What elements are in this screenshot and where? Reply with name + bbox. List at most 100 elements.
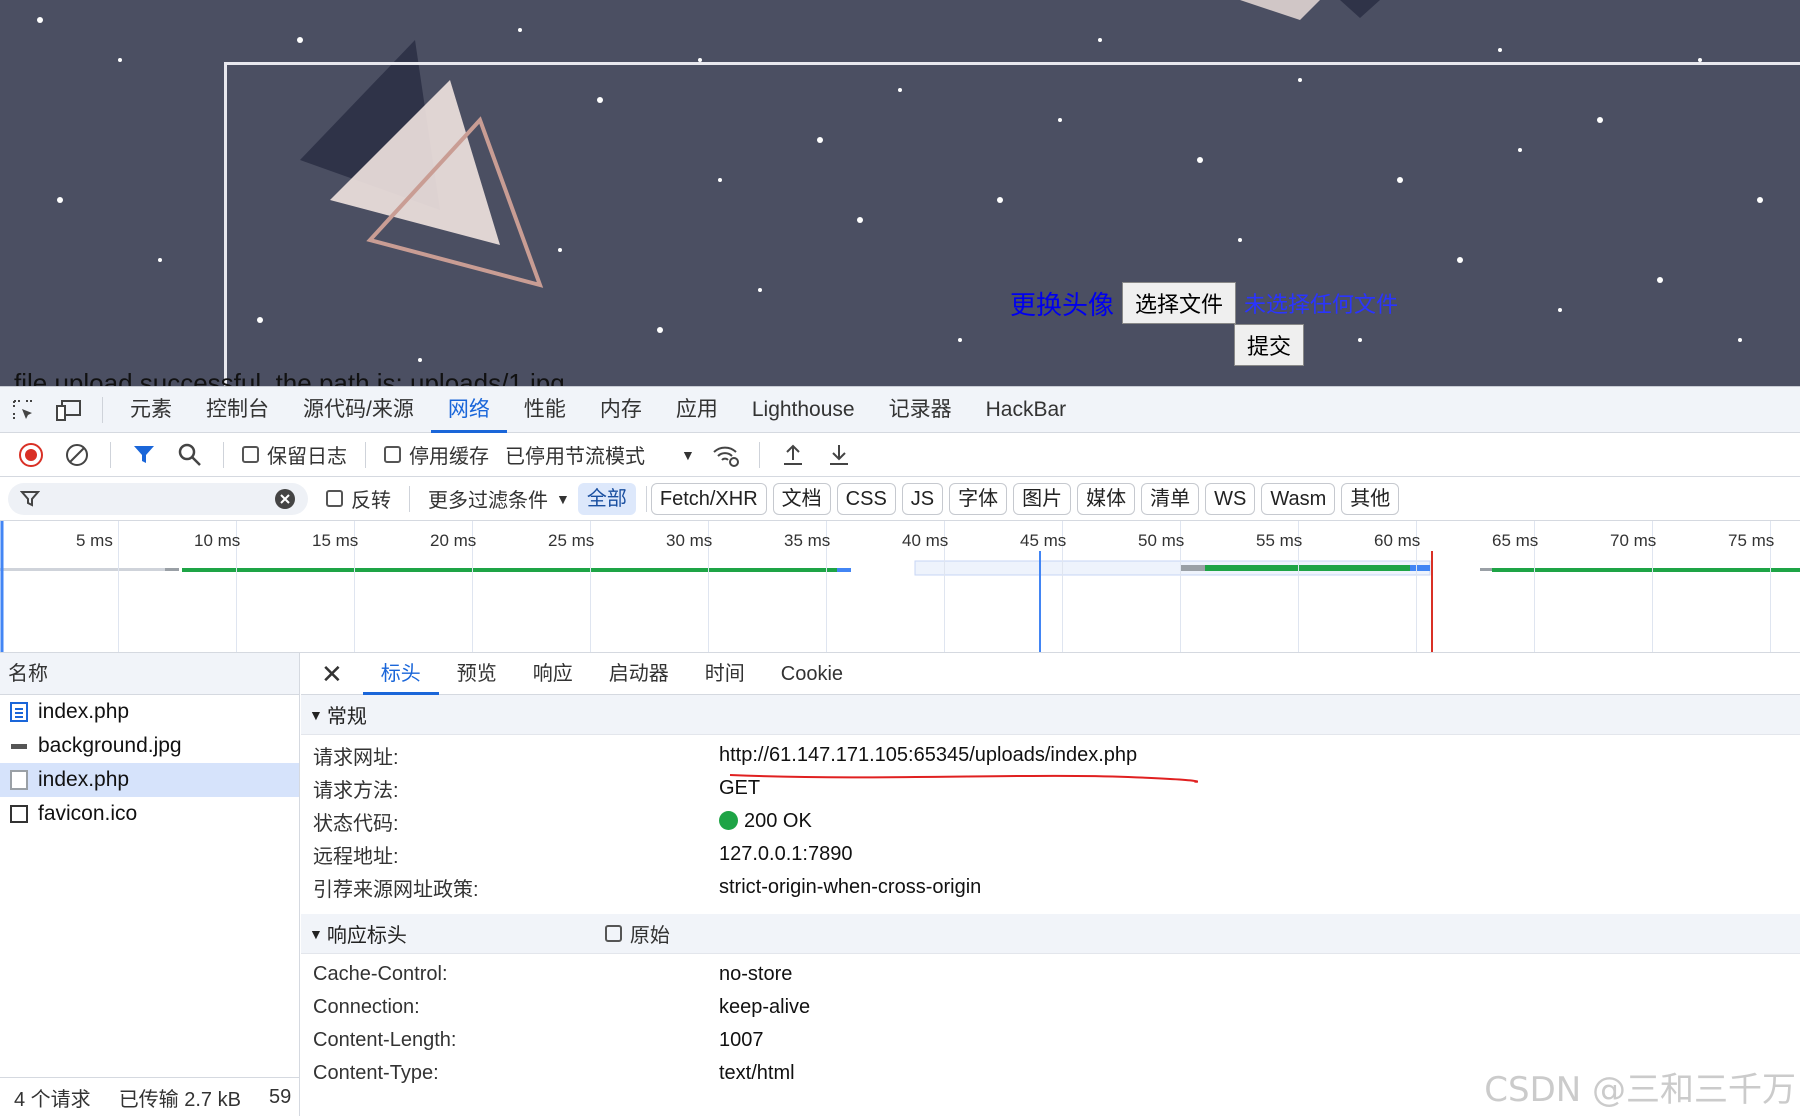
status-text: 200 OK [744,810,812,832]
tab-preview[interactable]: 预览 [439,653,515,695]
throttling-label: 已停用节流模式 [505,446,645,468]
submit-button[interactable]: 提交 [1234,324,1305,366]
export-har-icon[interactable] [816,432,862,478]
network-timeline-overview[interactable]: 5 ms 10 ms 15 ms 20 ms 25 ms 30 ms 35 ms 40 ms 4… [0,521,1800,653]
clear-icon[interactable] [54,432,100,478]
filter-type-ws[interactable]: WS [1205,482,1256,515]
tab-timing[interactable]: 时间 [687,653,763,695]
upload-result-message: file upload successful, the path is: upl… [14,368,565,386]
tab-sources[interactable]: 源代码/来源 [286,387,431,433]
tab-application[interactable]: 应用 [659,387,735,433]
header-row: Content-Length: 1007 [301,1024,1800,1057]
request-name: background.jpg [38,734,182,757]
response-headers-section-header[interactable]: ▼ 响应标头 原始 [301,914,1800,954]
resources-size: 59 [268,1086,292,1108]
raw-checkbox[interactable]: 原始 [597,919,678,948]
no-file-text: 未选择任何文件 [1244,292,1399,317]
filter-type-media[interactable]: 媒体 [1077,482,1136,515]
header-key: 请求网址: [313,747,399,769]
timeline-tick-label: 45 ms [1020,531,1067,550]
tab-elements[interactable]: 元素 [113,387,189,433]
import-har-icon[interactable] [770,432,816,478]
network-status-bar: 4 个请求 已传输 2.7 kB 59 [0,1077,300,1116]
name-column-header[interactable]: 名称 [0,653,299,695]
header-key: Content-Type: [313,1062,439,1084]
filter-type-all[interactable]: 全部 [577,482,636,515]
tab-hackbar[interactable]: HackBar [969,387,1084,433]
checkbox-box[interactable] [326,490,343,507]
timeline-tick-label: 35 ms [784,531,831,550]
timeline-tick-label: 75 ms [1728,531,1775,550]
red-underline-annotation [729,774,1198,783]
tab-performance[interactable]: 性能 [507,387,583,433]
stop-recording-icon[interactable] [8,432,54,478]
filter-type-fetch-xhr[interactable]: Fetch/XHR [650,482,767,515]
filter-type-js[interactable]: JS [901,482,944,515]
timeline-tick-label: 30 ms [666,531,713,550]
timeline-tick-label: 5 ms [76,531,113,550]
filter-type-css[interactable]: CSS [836,482,896,515]
filter-type-wasm[interactable]: Wasm [1261,482,1336,515]
tab-response[interactable]: 响应 [515,653,591,695]
filter-type-manifest[interactable]: 清单 [1141,482,1200,515]
tab-lighthouse[interactable]: Lighthouse [735,387,872,433]
request-list: 名称 index.php background.jpg index.php fa… [0,653,300,1116]
filter-type-img[interactable]: 图片 [1013,482,1072,515]
filter-type-other[interactable]: 其他 [1341,482,1400,515]
filter-input[interactable] [8,482,308,515]
throttling-select[interactable]: 已停用节流模式 ▼ [497,440,703,469]
choose-file-button[interactable]: 选择文件 [1122,282,1237,324]
general-section-header[interactable]: ▼ 常规 [301,695,1800,735]
raw-label: 原始 [629,925,670,947]
header-value: text/html [719,1062,795,1084]
invert-checkbox[interactable]: 反转 [318,484,399,513]
request-name: favicon.ico [38,802,138,825]
request-url-value: http://61.147.171.105:65345/uploads/inde… [719,744,1138,766]
checkbox-box[interactable] [604,925,622,942]
close-icon[interactable]: ✕ [301,653,363,695]
avatar-upload-form: 更换头像 选择文件 未选择任何文件 [1010,282,1398,324]
timeline-tick-label: 55 ms [1256,531,1303,550]
detail-tabbar: ✕ 标头 预览 响应 启动器 时间 Cookie [301,653,1800,695]
timeline-gridline [118,521,119,652]
checkbox-box[interactable] [384,446,401,463]
filter-funnel-icon [20,490,40,507]
timeline-tick-label: 20 ms [430,531,477,550]
inspect-element-icon[interactable] [0,387,46,433]
preserve-log-checkbox[interactable]: 保留日志 [234,440,355,469]
clear-filter-icon[interactable] [274,488,296,510]
header-row: Cache-Control: no-store [301,958,1800,991]
request-row-selected[interactable]: index.php [0,763,299,797]
request-row[interactable]: favicon.ico [0,797,299,831]
header-key: 状态代码: [313,813,399,835]
content-frame [224,62,1800,386]
network-conditions-icon[interactable] [703,432,749,478]
tab-initiator[interactable]: 启动器 [591,653,687,695]
tab-memory[interactable]: 内存 [583,387,659,433]
timeline-tick-label: 40 ms [902,531,949,550]
disable-cache-label: 停用缓存 [409,446,489,468]
response-headers-title: 响应标头 [326,925,407,947]
upload-label: 更换头像 [1010,289,1115,320]
triangle-down-icon: ▼ [309,706,323,723]
divider [645,485,647,512]
device-toolbar-icon[interactable] [46,387,92,433]
tab-headers[interactable]: 标头 [362,653,439,695]
request-row[interactable]: background.jpg [0,729,299,763]
checkbox-box[interactable] [242,446,259,463]
search-icon[interactable] [167,432,213,478]
filter-type-font[interactable]: 字体 [949,482,1008,515]
request-row[interactable]: index.php [0,695,299,729]
disable-cache-checkbox[interactable]: 停用缓存 [376,440,497,469]
more-filters-dropdown[interactable]: 更多过滤条件 ▼ [420,484,578,513]
tab-network[interactable]: 网络 [430,387,507,433]
devtools-tabbar: 元素 控制台 源代码/来源 网络 性能 内存 应用 Lighthouse 记录器… [0,387,1800,433]
filter-type-doc[interactable]: 文档 [772,482,831,515]
tab-recorder[interactable]: 记录器 [872,387,969,433]
tab-console[interactable]: 控制台 [189,387,286,433]
tab-cookies[interactable]: Cookie [763,653,861,695]
chevron-down-icon: ▼ [681,446,695,463]
divider [758,441,760,468]
status-value: 200 OK [719,810,812,833]
filter-icon[interactable] [121,432,167,478]
